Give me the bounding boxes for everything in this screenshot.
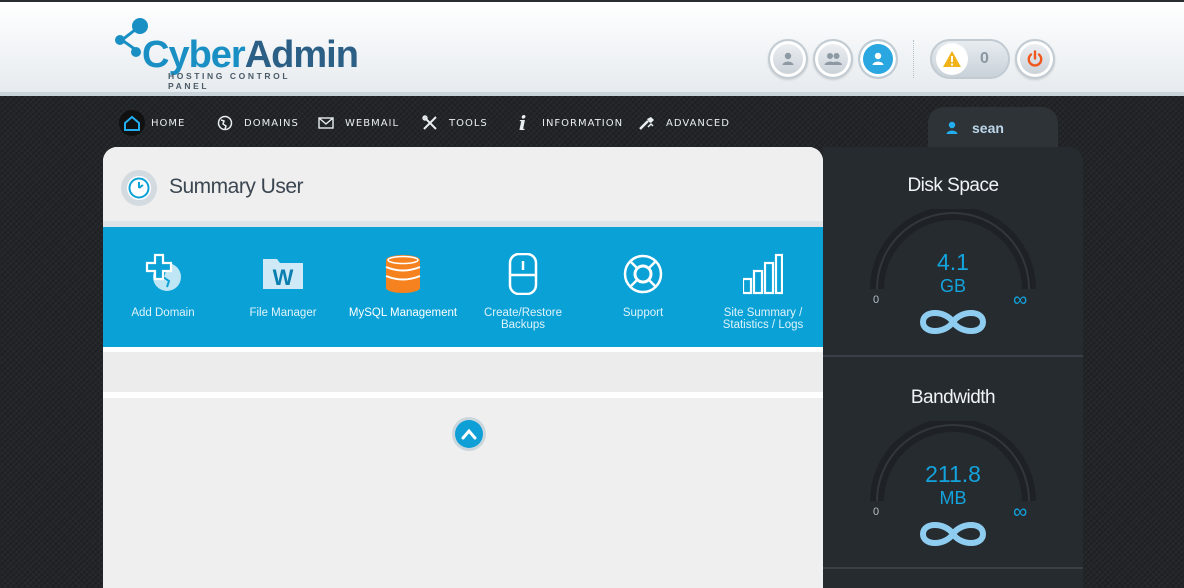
gauge-min: 0 — [873, 294, 880, 306]
gauge-value: 211.8 — [925, 461, 981, 487]
bandwidth-gauge: Bandwidth 211.8 MB 0 ∞ — [823, 359, 1083, 569]
infinity-icon — [919, 522, 987, 546]
nav-label: DOMAINS — [244, 117, 299, 129]
tile-label: Create/Restore Backups — [484, 307, 562, 331]
tile-add-domain[interactable]: Add Domain — [103, 227, 223, 347]
tile-label: MySQL Management — [348, 307, 458, 319]
user-profile-button[interactable] — [858, 39, 898, 79]
database-icon — [385, 255, 421, 293]
nav-label: ADVANCED — [666, 117, 730, 129]
page-title: Summary User — [169, 175, 304, 198]
nav-label: HOME — [151, 117, 186, 129]
single-user-button[interactable] — [768, 39, 808, 79]
section-band — [103, 352, 823, 392]
nav-tools[interactable]: TOOLS — [417, 110, 488, 136]
logo[interactable]: CyberAdmin HOSTING CONTROL PANEL — [112, 16, 359, 91]
file-manager-icon: W — [263, 259, 303, 290]
divider — [103, 392, 823, 398]
gauge-max: ∞ — [1013, 501, 1028, 523]
tile-create-restore-backups[interactable]: Create/Restore Backups — [463, 227, 583, 347]
gauge-min: 0 — [873, 506, 880, 518]
gauge-title: Bandwidth — [910, 387, 996, 408]
alerts-count: 0 — [980, 50, 989, 67]
top-header: CyberAdmin HOSTING CONTROL PANEL 0 — [0, 0, 1184, 96]
chevron-up-icon — [455, 420, 483, 448]
tile-label: File Manager — [249, 307, 317, 319]
globe-icon — [212, 110, 238, 136]
gauge-max: ∞ — [1013, 289, 1028, 311]
tile-site-summary[interactable]: Site Summary / Statistics / Logs — [703, 227, 823, 347]
nav-home[interactable]: HOME — [119, 110, 185, 136]
gauge-title: Disk Space — [907, 175, 999, 196]
infinity-icon — [919, 310, 987, 334]
svg-text:W: W — [273, 265, 294, 290]
logo-tagline: HOSTING CONTROL PANEL — [168, 71, 290, 91]
logout-button[interactable] — [1015, 39, 1055, 79]
tile-label: Add Domain — [131, 307, 195, 319]
tile-label: Support — [622, 307, 664, 319]
main-panel: Summary User Add Domain W File Manager M… — [103, 147, 823, 588]
scroll-top-button[interactable] — [452, 417, 486, 451]
tile-support[interactable]: Support — [583, 227, 703, 347]
info-icon: i — [518, 111, 528, 135]
user-icon — [946, 121, 958, 134]
gauge-unit: MB — [939, 488, 967, 508]
nav-label: TOOLS — [449, 117, 488, 129]
usage-sidebar: Disk Space 4.1 GB 0 ∞ Bandwidth 211.8 MB… — [823, 147, 1083, 588]
disk-space-gauge: Disk Space 4.1 GB 0 ∞ — [823, 147, 1083, 357]
nav-information[interactable]: i INFORMATION — [510, 110, 623, 136]
nav-label: WEBMAIL — [345, 117, 400, 129]
mail-icon — [313, 110, 339, 136]
warning-icon — [936, 43, 968, 75]
user-active-icon — [872, 52, 884, 65]
users-button[interactable] — [813, 39, 853, 79]
wrench-icon — [634, 110, 660, 136]
nav-label: INFORMATION — [542, 117, 624, 129]
backup-icon — [508, 253, 538, 295]
user-tab[interactable]: sean — [928, 107, 1058, 149]
home-icon — [119, 110, 145, 136]
gauge-unit: GB — [939, 276, 966, 296]
nav-advanced[interactable]: ADVANCED — [634, 110, 730, 136]
quick-actions: Add Domain W File Manager MySQL Manageme… — [103, 227, 823, 347]
users-icon — [824, 53, 842, 65]
support-icon — [623, 254, 663, 294]
nav-webmail[interactable]: WEBMAIL — [313, 110, 399, 136]
add-domain-icon — [145, 253, 181, 291]
alerts-button[interactable]: 0 — [930, 39, 1010, 79]
tile-mysql-management[interactable]: MySQL Management — [343, 227, 463, 347]
gauge-value: 4.1 — [937, 249, 969, 275]
username: sean — [972, 120, 1004, 136]
tile-file-manager[interactable]: W File Manager — [223, 227, 343, 347]
panel-header: Summary User — [103, 147, 823, 221]
nav-domains[interactable]: DOMAINS — [212, 110, 299, 136]
summary-clock-icon — [121, 170, 157, 206]
tile-label: Site Summary / Statistics / Logs — [722, 307, 804, 331]
tools-icon — [417, 110, 443, 136]
statistics-icon — [743, 253, 783, 295]
header-separator — [913, 40, 914, 78]
power-icon — [1027, 50, 1043, 67]
single-user-icon — [782, 52, 794, 65]
